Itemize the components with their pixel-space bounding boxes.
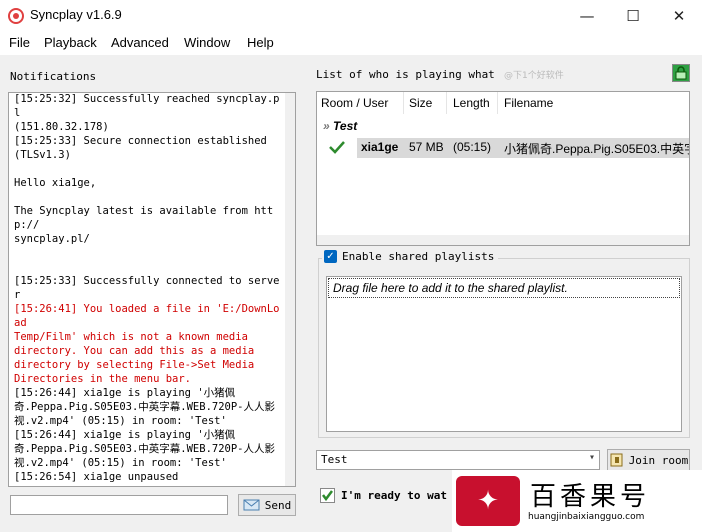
watermark-logo-icon: ✦: [456, 476, 520, 526]
users-label: List of who is playing what: [316, 68, 495, 81]
notification-line: [15:25:32] Successfully reached syncplay…: [14, 93, 280, 119]
room-name: Test: [333, 119, 358, 133]
menu-window[interactable]: Window: [184, 35, 230, 50]
room-arrows-icon: »: [323, 119, 330, 133]
notification-line: Temp/Film' which is not a known media: [14, 331, 248, 343]
user-filename: 小猪佩奇.Peppa.Pig.S05E03.中英字: [504, 142, 690, 156]
enable-playlist-check-icon: ✓: [324, 250, 337, 263]
column-size[interactable]: Size: [409, 96, 432, 110]
notification-line: [14, 190, 284, 204]
column-room-user[interactable]: Room / User: [321, 96, 388, 110]
notification-line: [15:26:54] xia1ge unpaused: [14, 471, 179, 483]
notification-line: (TLSv1.3): [14, 149, 71, 161]
notification-line: [14, 246, 284, 260]
user-length: (05:15): [453, 140, 492, 154]
menu-file[interactable]: File: [9, 35, 30, 50]
notification-line: [15:26:44] xia1ge is playing '小猪佩: [14, 387, 236, 399]
menu-playback[interactable]: Playback: [44, 35, 97, 50]
chat-input[interactable]: [10, 495, 228, 515]
notification-line: 奇.Peppa.Pig.S05E03.中英字幕.WEB.720P-人人影: [14, 443, 276, 455]
user-size: 57 MB: [409, 140, 444, 154]
notification-line: (151.80.32.178): [14, 121, 109, 133]
notification-line: The Syncplay latest is available from ht…: [14, 205, 274, 231]
notification-line: directory. You can add this as a media: [14, 345, 255, 357]
notification-line: [14, 260, 284, 274]
watermark-brand: 百香果号: [530, 482, 651, 512]
user-list-hscrollbar[interactable]: [317, 235, 689, 245]
notification-line: directory by selecting File->Set Media: [14, 359, 255, 371]
playlist-placeholder: Drag file here to add it to the shared p…: [328, 278, 680, 298]
notification-line: 视.v2.mp4' (05:15) in room: 'Test': [14, 415, 227, 427]
maximize-button[interactable]: ☐: [610, 0, 656, 31]
user-list[interactable]: Room / User Size Length Filename » Test …: [316, 91, 690, 246]
chevron-down-icon: ▾: [588, 452, 595, 463]
join-room-label: Join room: [628, 453, 689, 467]
send-button-label: Send: [264, 498, 292, 512]
send-button[interactable]: Send: [238, 494, 296, 516]
enable-playlist-checkbox[interactable]: ✓ Enable shared playlists: [322, 250, 499, 263]
notification-line: [15:25:33] Successfully connected to ser…: [14, 275, 280, 301]
title-bar[interactable]: Syncplay v1.6.9 — ☐ ✕: [0, 0, 702, 31]
ready-check-icon: [320, 488, 335, 503]
join-room-icon: [610, 453, 623, 467]
room-row[interactable]: » Test: [323, 119, 357, 133]
minimize-button[interactable]: —: [564, 0, 610, 31]
notification-line: [15:25:33] Secure connection established: [14, 135, 267, 147]
secure-lock-icon[interactable]: [672, 64, 690, 82]
menu-advanced[interactable]: Advanced: [111, 35, 169, 50]
shared-playlist[interactable]: Drag file here to add it to the shared p…: [326, 276, 682, 432]
menu-bar: File Playback Advanced Window Help: [0, 31, 702, 55]
syncplay-logo-icon: [8, 8, 24, 24]
notification-line: [15:26:41] You loaded a file in 'E:/Down…: [14, 303, 280, 329]
room-select[interactable]: Test ▾: [316, 450, 600, 470]
enable-playlist-label: Enable shared playlists: [342, 250, 495, 263]
room-select-value: Test: [321, 453, 348, 466]
notification-line: Directories in the menu bar.: [14, 373, 192, 385]
notification-line: [15:26:44] xia1ge is playing '小猪佩: [14, 429, 236, 441]
ready-checkmark-icon: [329, 141, 345, 154]
notification-line: 奇.Peppa.Pig.S05E03.中英字幕.WEB.720P-人人影: [14, 401, 276, 413]
menu-help[interactable]: Help: [247, 35, 274, 50]
watermark-url: huangjinbaixiangguo.com: [528, 512, 645, 522]
notification-line: [14, 162, 284, 176]
notification-line: Hello xia1ge,: [14, 177, 97, 189]
column-filename[interactable]: Filename: [504, 96, 553, 110]
watermark-small: @下1个好软件: [504, 71, 564, 81]
notification-line: 视.v2.mp4' (05:15) in room: 'Test': [14, 457, 227, 469]
column-length[interactable]: Length: [453, 96, 490, 110]
send-icon: [243, 499, 260, 511]
join-room-button[interactable]: Join room: [607, 449, 690, 471]
watermark-overlay: ✦ 百香果号 huangjinbaixiangguo.com: [452, 470, 702, 532]
notifications-text: [15:25:32] Successfully reached syncplay…: [14, 93, 284, 486]
ready-checkbox[interactable]: I'm ready to wat: [320, 488, 447, 503]
ready-label: I'm ready to wat: [341, 489, 447, 502]
user-row[interactable]: xia1ge 57 MB (05:15) 小猪佩奇.Peppa.Pig.S05E…: [357, 138, 690, 158]
notifications-log[interactable]: [15:25:32] Successfully reached syncplay…: [8, 92, 296, 487]
close-button[interactable]: ✕: [656, 0, 702, 31]
window-title: Syncplay v1.6.9: [30, 7, 122, 22]
notifications-scrollbar[interactable]: [285, 93, 295, 486]
notification-line: [15:26:54] You're alone in the room: [14, 484, 284, 486]
notifications-label: Notifications: [10, 70, 97, 83]
notification-line: syncplay.pl/: [14, 233, 90, 245]
user-name: xia1ge: [361, 140, 399, 154]
